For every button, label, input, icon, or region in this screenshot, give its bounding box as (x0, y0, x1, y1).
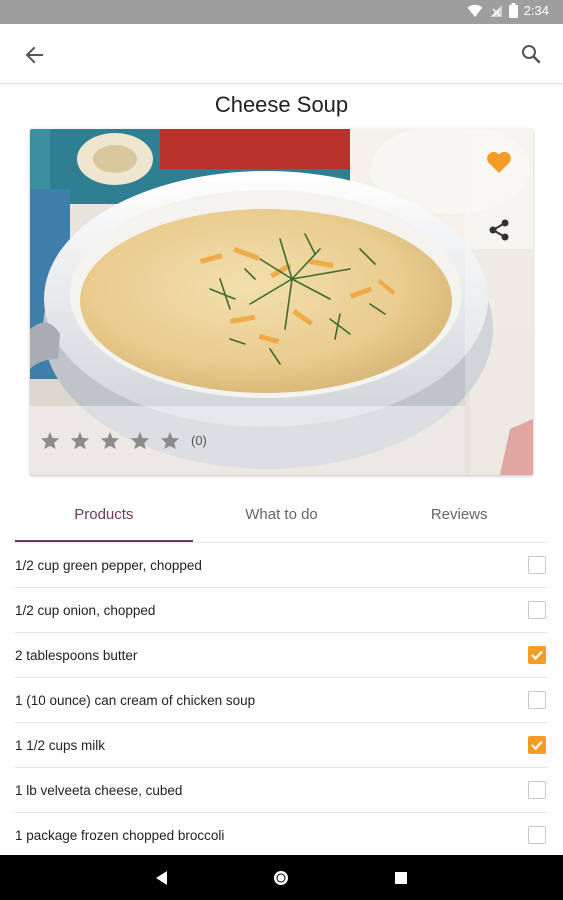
wifi-icon (467, 4, 483, 18)
recipe-image: (0) (30, 129, 533, 475)
ingredient-checkbox[interactable] (528, 601, 546, 619)
checkmark-icon (531, 650, 543, 661)
status-time: 2:34 (523, 3, 549, 18)
ingredient-label: 1 lb velveeta cheese, cubed (15, 782, 183, 798)
heart-icon (486, 150, 512, 179)
ingredient-row[interactable]: 1 lb velveeta cheese, cubed (15, 767, 548, 812)
status-bar: 2:34 (0, 0, 563, 24)
ingredient-row[interactable]: 1/2 cup onion, chopped (15, 587, 548, 632)
navigation-bar (0, 855, 563, 900)
star-rating[interactable] (35, 428, 185, 454)
nav-home-icon[interactable] (272, 869, 290, 887)
star-icon[interactable] (125, 428, 155, 454)
tab-reviews[interactable]: Reviews (370, 496, 548, 542)
ingredient-row[interactable]: 1 package frozen chopped broccoli (15, 812, 548, 857)
ingredient-checkbox[interactable] (528, 556, 546, 574)
star-icon[interactable] (95, 428, 125, 454)
ingredient-label: 2 tablespoons butter (15, 647, 138, 663)
star-icon[interactable] (65, 428, 95, 454)
search-icon[interactable] (519, 42, 543, 66)
share-icon (486, 217, 512, 248)
ingredient-label: 1 1/2 cups milk (15, 737, 106, 753)
star-icon[interactable] (155, 428, 185, 454)
star-icon[interactable] (35, 428, 65, 454)
recipe-tabs: Products What to do Reviews (15, 496, 548, 542)
ingredient-checkbox[interactable] (528, 736, 546, 754)
nav-back-icon[interactable] (153, 869, 171, 887)
rating-bar: (0) (30, 406, 465, 475)
ingredient-label: 1 package frozen chopped broccoli (15, 827, 225, 843)
ingredient-row[interactable]: 2 tablespoons butter (15, 632, 548, 677)
ingredient-row[interactable]: 1/2 cup green pepper, chopped (15, 542, 548, 587)
ingredient-checkbox[interactable] (528, 691, 546, 709)
ingredient-checkbox[interactable] (528, 646, 546, 664)
ingredient-row[interactable]: 1 1/2 cups milk (15, 722, 548, 767)
ingredient-label: 1/2 cup onion, chopped (15, 602, 156, 618)
share-button[interactable] (480, 213, 518, 251)
signal-icon (489, 4, 503, 18)
nav-recents-icon[interactable] (392, 869, 410, 887)
back-arrow-icon[interactable] (22, 42, 48, 68)
ingredient-label: 1/2 cup green pepper, chopped (15, 557, 202, 573)
rating-count: (0) (191, 433, 207, 448)
checkmark-icon (531, 740, 543, 751)
tab-what-to-do[interactable]: What to do (193, 496, 371, 542)
ingredients-list: 1/2 cup green pepper, chopped 1/2 cup oni… (15, 542, 548, 857)
status-icons: 2:34 (467, 3, 549, 18)
favorite-button[interactable] (480, 145, 518, 183)
tab-products[interactable]: Products (15, 496, 193, 542)
ingredient-checkbox[interactable] (528, 781, 546, 799)
recipe-title: Cheese Soup (214, 92, 349, 117)
battery-icon (508, 3, 518, 18)
ingredient-row[interactable]: 1 (10 ounce) can cream of chicken soup (15, 677, 548, 722)
app-bar (0, 24, 563, 84)
ingredient-checkbox[interactable] (528, 826, 546, 844)
ingredient-label: 1 (10 ounce) can cream of chicken soup (15, 692, 256, 708)
